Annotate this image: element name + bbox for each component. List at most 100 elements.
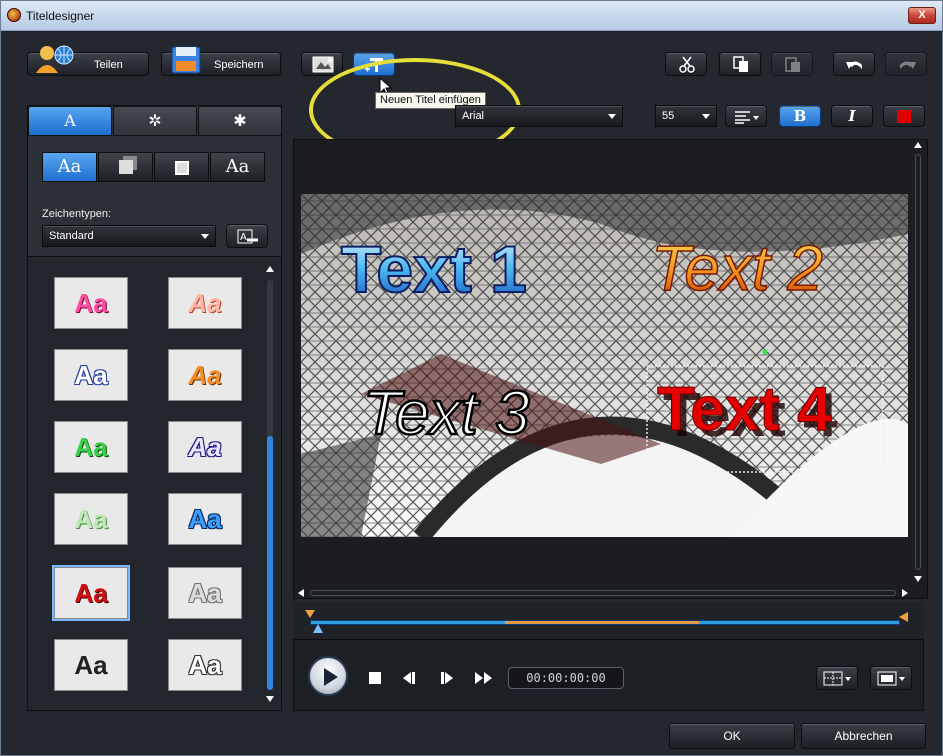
- display-mode-button[interactable]: [870, 666, 912, 690]
- chevron-down-icon: [702, 114, 710, 119]
- color-button[interactable]: [883, 105, 925, 127]
- window-title: Titeldesigner: [26, 9, 95, 23]
- text-color-swatch: [897, 110, 911, 123]
- title-bar: Titeldesigner X: [1, 1, 942, 31]
- title-preview: Text 1 Text 2 Text 3 Text 4 Text 4: [293, 139, 928, 599]
- preset-tile[interactable]: Aa: [54, 421, 128, 473]
- charset-label: Zeichentypen:: [42, 208, 112, 220]
- insert-image-button[interactable]: ✱: [301, 52, 343, 76]
- copy-button[interactable]: [719, 52, 761, 76]
- save-label: Speichern: [214, 59, 264, 71]
- share-button[interactable]: Teilen: [27, 45, 149, 76]
- style-panel: A ✲ ✱ Aa Aa Zeichentypen: Standard A Aa …: [27, 105, 282, 711]
- chevron-down-icon: [201, 234, 209, 239]
- timeline-end-marker[interactable]: [899, 612, 908, 622]
- preset-tile[interactable]: Aa: [168, 349, 242, 401]
- redo-button[interactable]: [885, 52, 927, 76]
- stop-icon[interactable]: [369, 672, 381, 684]
- tab-character-styles[interactable]: A: [28, 106, 112, 136]
- ok-button[interactable]: OK: [669, 723, 795, 749]
- align-left-icon: [735, 111, 759, 124]
- paste-button[interactable]: [771, 52, 813, 76]
- shadow-square-icon: [119, 160, 133, 174]
- preset-tile[interactable]: Aa: [54, 639, 128, 691]
- preview-hscrollbar[interactable]: [298, 588, 908, 598]
- share-globe-icon: [36, 45, 74, 73]
- preset-tile[interactable]: Aa: [168, 277, 242, 329]
- image-sparkle-icon: ✱: [312, 56, 334, 73]
- save-button[interactable]: Speichern: [161, 46, 281, 76]
- eiffel-tower-photo: Text 1 Text 2 Text 3 Text 4 Text 4: [301, 194, 908, 537]
- bold-button[interactable]: B: [779, 105, 821, 127]
- seg-text-style[interactable]: Aa: [42, 152, 97, 182]
- safe-area-button[interactable]: [816, 666, 858, 690]
- preset-tile[interactable]: Aa: [168, 567, 242, 619]
- share-label: Teilen: [94, 59, 123, 71]
- timeline-start-marker[interactable]: [305, 610, 315, 618]
- svg-text:A: A: [240, 232, 247, 243]
- border-square-icon: [175, 161, 189, 175]
- timeline[interactable]: [293, 602, 924, 640]
- scroll-track: [310, 590, 896, 596]
- preset-scrollbar[interactable]: [264, 266, 276, 706]
- scroll-thumb[interactable]: [267, 436, 273, 690]
- preset-tile-selected[interactable]: Aa: [52, 565, 130, 621]
- preview-vscrollbar[interactable]: [912, 142, 924, 582]
- undo-button[interactable]: [833, 52, 875, 76]
- preset-tile[interactable]: Aa: [54, 349, 128, 401]
- preset-grid: Aa Aa Aa Aa Aa Aa Aa Aa Aa Aa Aa Aa: [28, 256, 281, 710]
- playback-controls: 00:00:00:00: [293, 639, 924, 711]
- font-size-select[interactable]: 55: [655, 105, 717, 127]
- scroll-right-arrow-icon[interactable]: [902, 589, 908, 597]
- previous-frame-icon[interactable]: [400, 671, 416, 685]
- seg-shadow[interactable]: [98, 152, 153, 182]
- dialog-body: Teilen Speichern ✱ Neuen Titel einfügen …: [1, 32, 942, 755]
- cut-button[interactable]: [665, 52, 707, 76]
- font-value: Arial: [462, 110, 485, 122]
- scroll-left-arrow-icon[interactable]: [298, 589, 304, 597]
- preview-text-2[interactable]: Text 2: [650, 231, 823, 305]
- tab-objects[interactable]: ✱: [198, 106, 282, 136]
- scroll-down-arrow-icon[interactable]: [266, 696, 274, 702]
- timecode-display: 00:00:00:00: [508, 667, 624, 689]
- preset-tile[interactable]: Aa: [54, 277, 128, 329]
- rotate-handle[interactable]: [762, 349, 768, 355]
- seg-outline-text[interactable]: Aa: [210, 152, 265, 182]
- undo-arrow-icon: [846, 61, 862, 69]
- charset-edit-button[interactable]: A: [226, 224, 268, 248]
- preset-tile[interactable]: Aa: [54, 493, 128, 545]
- app-icon: [7, 8, 21, 22]
- scroll-track: [915, 154, 921, 570]
- titeldesigner-window: Titeldesigner X Teilen Speichern ✱ Neuen…: [0, 0, 943, 756]
- paste-icon: [785, 57, 800, 72]
- italic-button[interactable]: I: [831, 105, 873, 127]
- preview-text-1[interactable]: Text 1: [340, 231, 528, 307]
- font-select[interactable]: Arial: [455, 105, 623, 127]
- preview-text-4[interactable]: Text 4: [657, 375, 833, 445]
- align-button[interactable]: [725, 105, 767, 127]
- timeline-bar: [310, 620, 900, 625]
- charset-select[interactable]: Standard: [42, 225, 216, 247]
- fast-forward-icon[interactable]: [474, 671, 494, 685]
- tab-effects[interactable]: ✲: [113, 106, 197, 136]
- scroll-up-arrow-icon[interactable]: [266, 266, 274, 272]
- scroll-down-arrow-icon[interactable]: [914, 576, 922, 582]
- seg-border[interactable]: [154, 152, 209, 182]
- editor-panel: Arial 55 B I Text 1 Text 2 Text 3 Text 4…: [293, 105, 943, 711]
- preview-text-3[interactable]: Text 3: [362, 378, 531, 450]
- scroll-up-arrow-icon[interactable]: [914, 142, 922, 148]
- preset-tile[interactable]: Aa: [168, 493, 242, 545]
- svg-text:✱: ✱: [327, 56, 334, 65]
- chevron-down-icon: [608, 114, 616, 119]
- screen-icon: [877, 671, 905, 686]
- next-frame-icon[interactable]: [440, 671, 456, 685]
- play-icon: [324, 668, 338, 686]
- scissors-icon: [679, 56, 695, 73]
- preset-tile[interactable]: Aa: [168, 421, 242, 473]
- play-button[interactable]: [308, 656, 348, 696]
- cancel-button[interactable]: Abbrechen: [801, 723, 926, 749]
- preset-tile[interactable]: Aa: [168, 639, 242, 691]
- playhead-marker[interactable]: [313, 624, 323, 633]
- grid-view-icon: [823, 671, 851, 686]
- close-button[interactable]: X: [908, 7, 936, 24]
